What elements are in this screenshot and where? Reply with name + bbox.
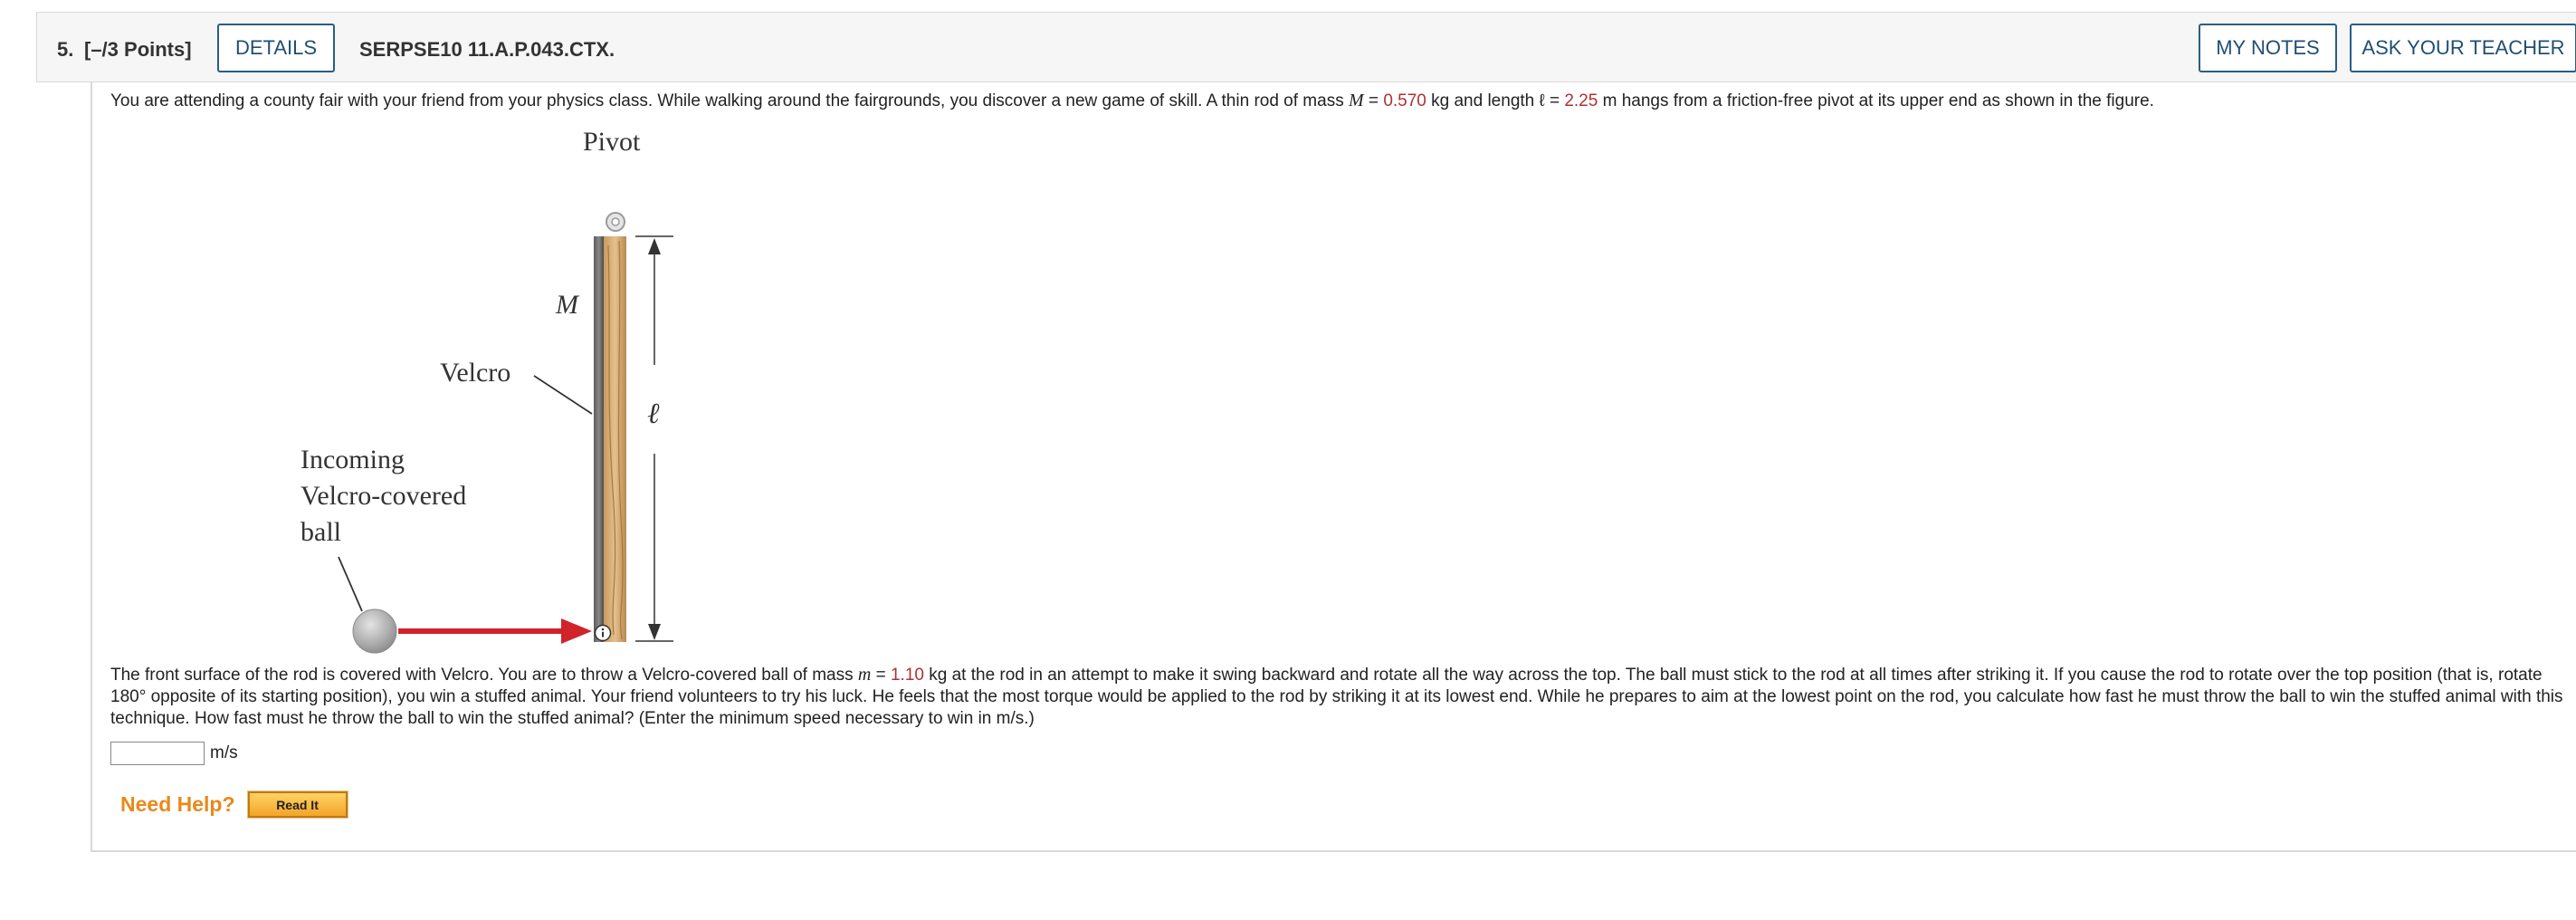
problem-body: The front surface of the rod is covered …: [110, 664, 2563, 730]
ball-mass-label: m: [364, 651, 384, 662]
ball: [352, 609, 397, 654]
answer-unit: m/s: [210, 743, 238, 762]
rod-figure: Pivot M ℓ Velcro Incoming Velcro-covered…: [183, 127, 744, 681]
intro-text-a: You are attending a county fair with you…: [110, 91, 1349, 110]
answer-row: m/s: [110, 740, 238, 767]
rod-diagram: Pivot M ℓ Velcro Incoming Velcro-covered…: [301, 127, 673, 681]
rod-mass-symbol: M: [1348, 91, 1364, 110]
rod-mass-value: 0.570: [1383, 91, 1426, 110]
ball-label-line-3: ball: [301, 517, 341, 547]
problem-intro: You are attending a county fair with you…: [110, 90, 2554, 112]
answer-input[interactable]: [110, 742, 205, 765]
question-code: SERPSE10 11.A.P.043.CTX.: [359, 38, 615, 61]
ask-your-teacher-button[interactable]: ASK YOUR TEACHER: [2350, 24, 2576, 72]
eq-sign-1: =: [1363, 91, 1384, 110]
velcro-leader-line: [533, 375, 593, 415]
details-button[interactable]: DETAILS: [217, 24, 335, 72]
rod: [594, 236, 626, 642]
pivot-icon: [606, 212, 625, 232]
eq-sign-2: =: [1544, 91, 1565, 110]
ball-leader-line: [338, 556, 363, 612]
velocity-arrowhead: [561, 618, 592, 644]
velcro-label: Velcro: [440, 358, 510, 388]
info-icon[interactable]: [594, 624, 612, 642]
rod-mass-label: M: [555, 290, 580, 320]
my-notes-button[interactable]: MY NOTES: [2199, 24, 2337, 72]
ball-mass-value: 1.10: [890, 666, 924, 685]
question-number: 5.: [57, 38, 74, 61]
question-points: [–/3 Points]: [84, 38, 192, 61]
length-dimension: [635, 235, 673, 642]
need-help-label: Need Help?: [120, 792, 235, 816]
question-body: You are attending a county fair with you…: [91, 82, 2576, 852]
length-label: ℓ: [647, 397, 660, 429]
ball-label-line-2: Velcro-covered: [301, 481, 466, 511]
read-it-button[interactable]: Read It: [246, 791, 348, 819]
pivot-label: Pivot: [583, 128, 641, 157]
help-row: Need Help? Read It: [120, 791, 348, 819]
intro-text-b: kg and length: [1426, 91, 1540, 110]
question-header: 5. [–/3 Points] DETAILS SERPSE10 11.A.P.…: [36, 12, 2576, 82]
rod-length-value: 2.25: [1564, 91, 1598, 110]
ball-mass-symbol: m: [857, 665, 872, 685]
body-text-a: The front surface of the rod is covered …: [110, 666, 858, 685]
ball-label-line-1: Incoming: [301, 445, 405, 474]
intro-text-c: m hangs from a friction-free pivot at it…: [1598, 91, 2154, 110]
eq-sign-3: =: [871, 666, 891, 685]
